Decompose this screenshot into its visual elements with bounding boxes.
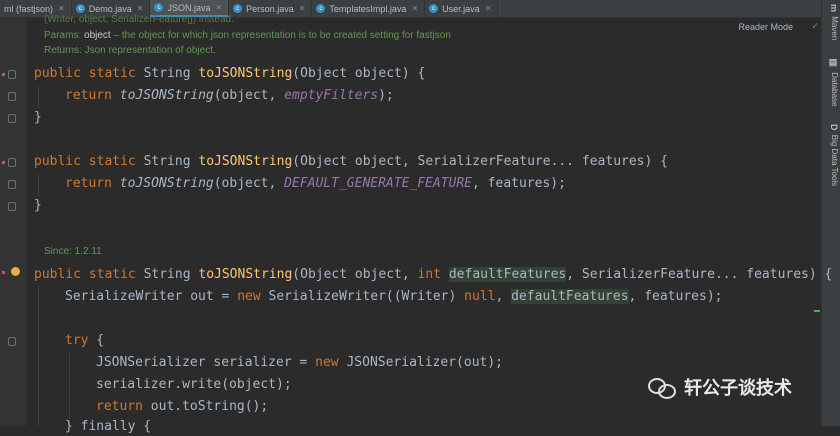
class-icon: c (154, 3, 164, 12)
breakpoint-marker[interactable] (2, 161, 5, 164)
code-line[interactable]: public static String toJSONString(Object… (34, 266, 832, 284)
tab-label: JSON.java (167, 2, 211, 13)
class-icon: c (233, 4, 243, 13)
tab-label: Person.java (246, 3, 294, 14)
code-line[interactable]: serializer.write(object); (96, 376, 292, 394)
lightbulb-icon[interactable] (11, 267, 20, 276)
code-line[interactable]: return toJSONString(object, DEFAULT_GENE… (65, 175, 566, 193)
maven-tool-button[interactable]: m Maven (829, 4, 839, 40)
fold-icon[interactable] (8, 337, 16, 346)
close-icon[interactable]: ✕ (485, 4, 492, 13)
close-icon[interactable]: ✕ (299, 4, 306, 13)
bigdata-label: Big Data Tools (830, 134, 839, 187)
maven-icon: m (829, 4, 839, 13)
code-line[interactable]: return toJSONString(object, emptyFilters… (65, 87, 394, 105)
doc-params-label: Params: (44, 30, 82, 41)
fold-icon[interactable] (8, 70, 16, 79)
editor-gutter (0, 18, 26, 426)
fold-icon[interactable] (8, 180, 16, 189)
wechat-icon (648, 376, 676, 399)
code-line[interactable]: try { (65, 332, 104, 350)
indent-guide (38, 286, 39, 426)
code-line[interactable]: SerializeWriter out = new SerializeWrite… (65, 288, 722, 306)
indent-guide (38, 174, 39, 196)
doc-cut-line: (Writer, object, SerializerFeature[]) in… (44, 14, 234, 25)
doc-returns: Returns: Json representation of object. (44, 45, 216, 56)
breakpoint-marker[interactable] (2, 271, 5, 274)
bigdata-tool-button[interactable]: D Big Data Tools (829, 124, 839, 186)
tab-label: TemplatesImpl.java (329, 3, 407, 14)
code-line[interactable]: public static String toJSONString(Object… (34, 65, 425, 83)
close-icon[interactable]: ✕ (137, 4, 144, 13)
class-icon: c (75, 4, 85, 13)
code-line[interactable]: } (34, 109, 42, 127)
reader-mode-button[interactable]: Reader Mode (738, 22, 793, 32)
close-icon[interactable]: ✕ (215, 3, 222, 12)
code-line[interactable]: public static String toJSONString(Object… (34, 153, 668, 171)
code-line[interactable]: return out.toString(); (96, 398, 268, 416)
code-line[interactable]: JSONSerializer serializer = new JSONSeri… (96, 354, 503, 372)
maven-label: Maven (830, 16, 839, 41)
doc-params: Params: object – the object for which js… (44, 30, 451, 41)
database-tool-button[interactable]: ▤ Database (829, 58, 839, 106)
fold-icon[interactable] (8, 158, 16, 167)
fold-icon[interactable] (8, 114, 16, 123)
tab-person[interactable]: c Person.java ✕ (229, 0, 313, 17)
watermark-text: 轩公子谈技术 (684, 378, 792, 399)
tab-label: Demo.java (88, 3, 132, 14)
doc-params-name: object (84, 30, 111, 41)
code-line[interactable]: } (34, 197, 42, 215)
change-marker (814, 310, 820, 312)
indent-guide (69, 352, 70, 426)
tab-label: User.java (442, 3, 480, 14)
tab-user[interactable]: c User.java ✕ (425, 0, 499, 17)
doc-params-desc: – the object for which json representati… (113, 30, 451, 41)
check-icon: ✓ (811, 21, 818, 32)
close-icon[interactable]: ✕ (58, 4, 65, 13)
tab-label: ml (fastjson) (4, 3, 54, 14)
class-icon: c (316, 4, 326, 13)
indent-guide (38, 86, 39, 108)
database-icon: ▤ (829, 58, 839, 68)
watermark: 轩公子谈技术 (648, 374, 792, 400)
database-label: Database (830, 72, 839, 107)
fold-icon[interactable] (8, 92, 16, 101)
bigdata-icon: D (829, 124, 839, 131)
breakpoint-marker[interactable] (2, 73, 5, 76)
tab-templatesimpl[interactable]: c TemplatesImpl.java ✕ (312, 0, 426, 17)
right-tool-strip: m Maven ▤ Database D Big Data Tools (821, 0, 840, 426)
code-line[interactable]: } finally { (65, 418, 151, 436)
close-icon[interactable]: ✕ (411, 4, 418, 13)
doc-since: Since: 1.2.11 (44, 246, 102, 257)
class-icon: c (429, 4, 439, 13)
fold-icon[interactable] (8, 202, 16, 211)
